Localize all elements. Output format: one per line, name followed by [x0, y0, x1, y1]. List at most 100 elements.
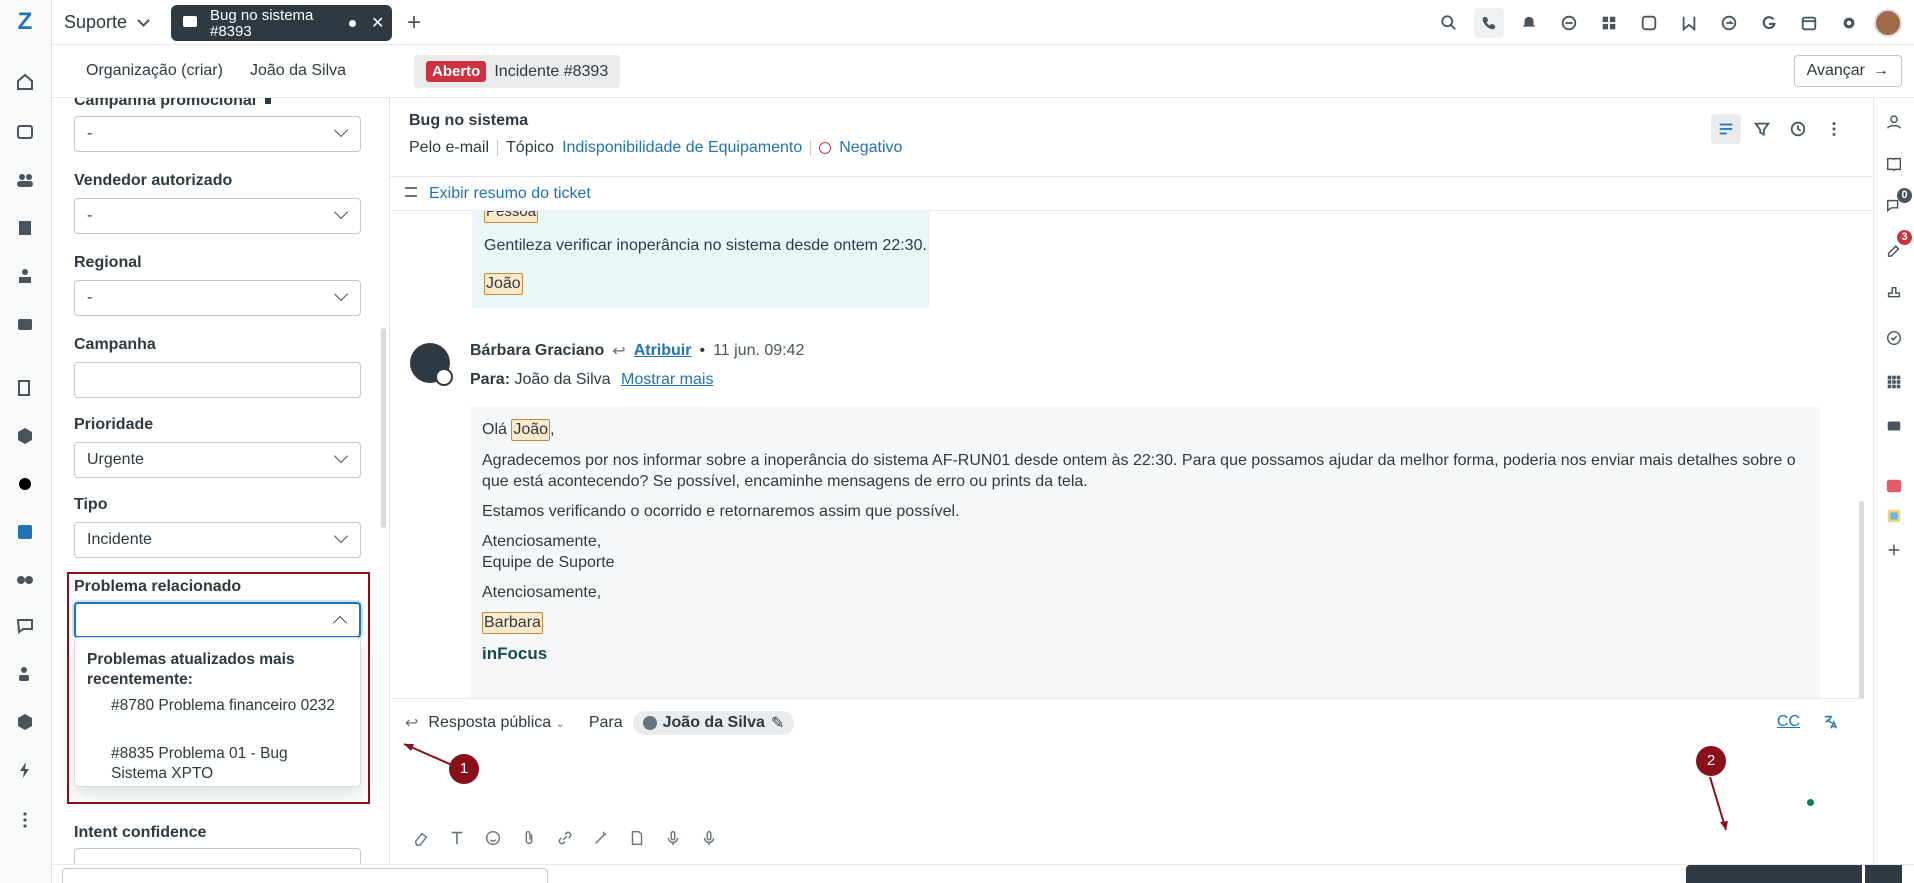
seller-select[interactable]: - — [74, 198, 361, 234]
sentiment-link[interactable]: Negativo — [839, 139, 902, 157]
red-app-icon[interactable] — [1884, 476, 1904, 496]
related-problem-select[interactable] — [74, 602, 361, 638]
tab-requester[interactable]: João da Silva — [250, 62, 346, 80]
app-w-icon[interactable] — [1674, 8, 1704, 38]
user-avatar[interactable] — [1874, 9, 1902, 37]
placeholder-tag: João — [511, 419, 551, 441]
assign-link[interactable]: Atribuir — [634, 342, 692, 360]
eraser-icon[interactable] — [410, 827, 432, 849]
bolt-icon[interactable] — [13, 758, 37, 782]
tab-incident[interactable]: Aberto Incidente #8393 — [414, 55, 621, 88]
agent-name[interactable]: Bárbara Graciano — [470, 342, 604, 360]
edit-icon[interactable]: ✎ — [771, 713, 784, 733]
attachment-icon[interactable] — [518, 827, 540, 849]
cc-link[interactable]: CC — [1777, 713, 1800, 731]
cube-icon[interactable] — [13, 424, 37, 448]
shapes-icon[interactable] — [13, 264, 37, 288]
submit-options-button[interactable] — [1864, 865, 1902, 883]
settings-icon[interactable] — [1834, 8, 1864, 38]
binoculars-icon[interactable] — [13, 566, 37, 590]
dropdown-option[interactable]: #8835 Problema 01 - Bug Sistema XPTO — [111, 744, 341, 784]
users-icon[interactable] — [13, 168, 37, 192]
ticket-tab[interactable]: Bug no sistema #8393 ✕ — [171, 5, 392, 41]
macro-select[interactable] — [62, 868, 548, 883]
channel-label: Pelo e-mail — [409, 139, 490, 156]
ticket-summary-link[interactable]: Exibir resumo do ticket — [429, 185, 591, 203]
circle-app-icon[interactable] — [13, 472, 37, 496]
priority-select[interactable]: Urgente — [74, 442, 361, 478]
app-arrow-icon[interactable] — [1714, 8, 1744, 38]
building-icon[interactable] — [13, 216, 37, 240]
export-icon[interactable] — [13, 376, 37, 400]
topic-link[interactable]: Indisponibilidade de Equipamento — [562, 139, 802, 157]
inbox-icon[interactable] — [13, 120, 37, 144]
show-more-link[interactable]: Mostrar mais — [621, 371, 713, 388]
properties-scrollbar[interactable] — [381, 328, 386, 528]
chevron-down-icon — [333, 448, 349, 464]
translate-icon[interactable] — [1822, 713, 1840, 731]
add-app-icon[interactable] — [1884, 540, 1904, 560]
agent-message-header: Bárbara Graciano ↩ Atribuir • 11 jun. 09… — [470, 341, 804, 361]
grid-apps-icon[interactable] — [1594, 8, 1624, 38]
user-check-icon[interactable] — [13, 662, 37, 686]
ticket-tab-title: Bug no sistema — [210, 7, 314, 24]
conversation-list-icon[interactable] — [1711, 114, 1741, 144]
tab-organization[interactable]: Organização (criar) — [86, 62, 223, 80]
workspace-selector[interactable]: Suporte — [64, 12, 150, 33]
calendar-icon[interactable] — [1794, 8, 1824, 38]
document-icon[interactable] — [626, 827, 648, 849]
blue-app-icon[interactable] — [13, 520, 37, 544]
summary-icon — [405, 187, 417, 197]
conversation-area: Bug no sistema Pelo e-mail Tópico Indisp… — [390, 98, 1873, 883]
app-g-icon[interactable] — [1754, 8, 1784, 38]
home-icon[interactable] — [13, 70, 37, 94]
filter-icon[interactable] — [1747, 114, 1777, 144]
history-icon[interactable] — [1783, 114, 1813, 144]
conversation-scrollbar[interactable] — [1859, 501, 1864, 698]
voice-icon[interactable] — [698, 827, 720, 849]
archive-icon[interactable] — [1884, 416, 1904, 436]
phone-icon[interactable] — [1474, 8, 1504, 38]
apps-grid-icon[interactable] — [1884, 372, 1904, 392]
archive-icon[interactable] — [13, 312, 37, 336]
chat-icon[interactable] — [13, 614, 37, 638]
link-icon[interactable] — [554, 827, 576, 849]
knowledge-icon[interactable] — [1884, 154, 1904, 174]
more-vertical-icon[interactable] — [13, 808, 37, 832]
campaign-promo-select[interactable]: - — [74, 116, 361, 152]
whatsapp-icon[interactable] — [1634, 8, 1664, 38]
stamp-icon[interactable] — [1884, 284, 1904, 304]
notes-app-icon[interactable] — [1884, 506, 1904, 526]
mail-icon — [183, 16, 197, 27]
related-problem-dropdown: Problemas atualizados mais recentemente:… — [74, 637, 361, 787]
ticket-subbar: Organização (criar) João da Silva Aberto… — [52, 45, 1914, 98]
status-dot — [1807, 799, 1814, 806]
placeholder-tag: Barbara — [482, 612, 543, 634]
zendesk-logo-icon[interactable]: Z — [10, 10, 40, 34]
add-tab-icon[interactable]: + — [407, 9, 421, 37]
chevron-down-icon — [333, 204, 349, 220]
app-icon[interactable] — [1554, 8, 1584, 38]
package-icon[interactable] — [13, 710, 37, 734]
bell-icon[interactable] — [1514, 8, 1544, 38]
divider — [810, 140, 812, 156]
text-format-icon[interactable] — [446, 827, 468, 849]
recipient-pill[interactable]: João da Silva ✎ — [632, 711, 795, 735]
close-tab-icon[interactable]: ✕ — [371, 13, 384, 33]
check-circle-icon[interactable] — [1884, 328, 1904, 348]
emoji-icon[interactable] — [482, 827, 504, 849]
advance-button[interactable]: Avançar → — [1793, 55, 1902, 87]
more-vertical-icon[interactable] — [1819, 114, 1849, 144]
ticket-summary-bar: Exibir resumo do ticket — [390, 176, 1873, 211]
submit-button[interactable] — [1686, 865, 1862, 883]
user-profile-icon[interactable] — [1884, 112, 1904, 132]
dropdown-option[interactable]: #8780 Problema financeiro 0232 — [111, 696, 341, 716]
microphone-icon[interactable] — [662, 827, 684, 849]
regional-select[interactable]: - — [74, 280, 361, 316]
agent-avatar[interactable] — [410, 343, 453, 386]
search-icon[interactable] — [1434, 8, 1464, 38]
campaign-input[interactable] — [74, 362, 361, 398]
type-select[interactable]: Incidente — [74, 522, 361, 558]
reply-mode-selector[interactable]: Resposta pública ⌄ — [428, 714, 564, 732]
magic-wand-icon[interactable] — [590, 827, 612, 849]
